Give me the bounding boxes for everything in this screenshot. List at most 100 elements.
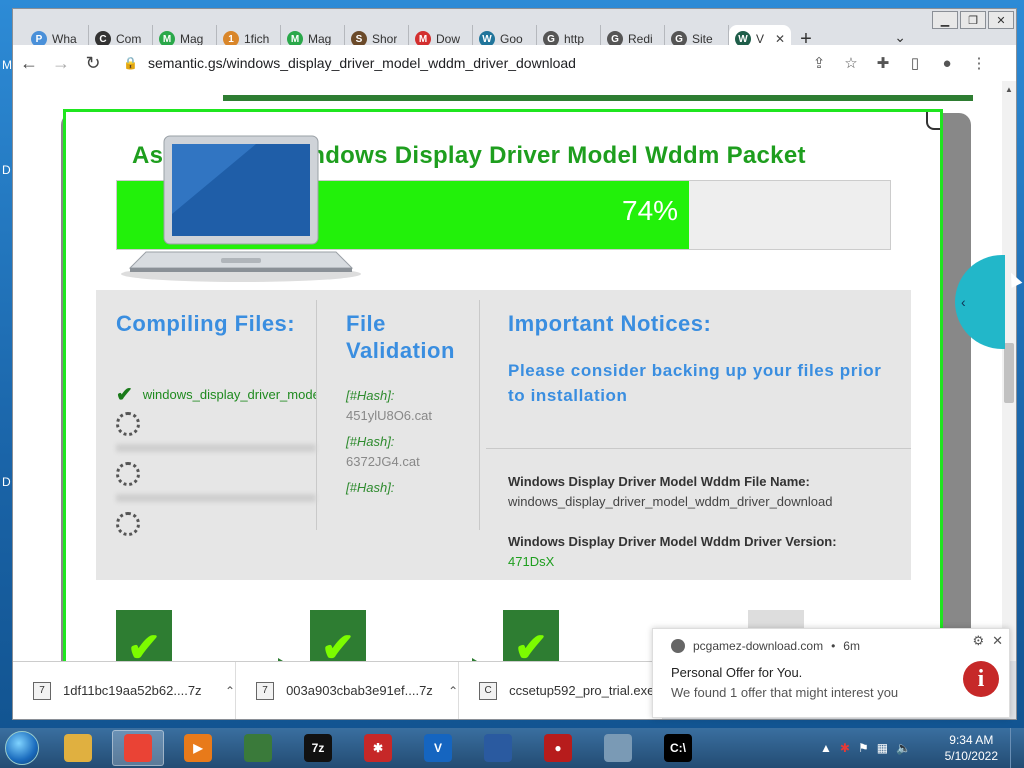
back-button[interactable]: ← <box>13 49 45 77</box>
volume-icon[interactable]: 🔈 <box>896 741 911 755</box>
lock-icon: 🔒 <box>123 56 138 70</box>
check-icon: ✔ <box>116 384 133 406</box>
taskbar-app-notes[interactable] <box>592 730 644 766</box>
start-button[interactable] <box>0 728 44 768</box>
download-item[interactable]: 7 003a903cbab3e91ef....7z ⌃ <box>236 662 460 719</box>
show-desktop-button[interactable] <box>1010 728 1024 768</box>
tab-title: Mag <box>180 32 204 46</box>
maximize-button[interactable]: ❐ <box>960 11 986 29</box>
extensions-puzzle-icon[interactable]: ✚ <box>872 54 894 72</box>
tab-title: Mag <box>308 32 332 46</box>
chrome-notification[interactable]: pcgamez-download.com • 6m ⚙ ✕ Personal O… <box>652 628 1010 718</box>
taskbar-app-image-tool[interactable] <box>472 730 524 766</box>
taskbar: ▶ 7z ✱ V ● C:\ ▲ ✱ ⚑ ▦ 🔈 9:34 AM 5/10/2022 <box>0 728 1024 768</box>
download-item[interactable]: Cccsetup592_pro_trial.exe <box>459 662 663 719</box>
compiled-file-row: ✔ windows_display_driver_model_wddm_driv… <box>116 382 316 407</box>
file-name-value: windows_display_driver_model_wddm_driver… <box>508 494 833 509</box>
tray-expand-icon[interactable]: ▲ <box>820 741 832 755</box>
close-icon[interactable]: ✕ <box>992 633 1003 649</box>
tab-title: Dow <box>436 32 461 46</box>
clock-date: 5/10/2022 <box>944 749 998 763</box>
important-notices-heading: Important Notices: <box>508 311 712 336</box>
download-file-name: 1df11bc19aa52b62....7z <box>63 683 202 698</box>
address-bar[interactable]: 🔒 semantic.gs/windows_display_driver_mod… <box>123 49 853 77</box>
loading-spinner-icon <box>116 462 140 486</box>
reload-button[interactable]: ↻ <box>77 49 109 77</box>
taskbar-apps: ▶ 7z ✱ V ● C:\ <box>44 730 704 766</box>
notification-source: pcgamez-download.com • 6m <box>671 639 860 653</box>
browser-window: ▁ ❐ ✕ P Wha C Com M Mag 1 1fich M Mag S Shor M Dow W Go… <box>12 8 1017 720</box>
top-green-strip <box>223 95 973 101</box>
explorer-icon <box>64 734 92 762</box>
check-icon: ✔ <box>127 626 161 661</box>
taskbar-app-vpn[interactable]: V <box>412 730 464 766</box>
desktop-icon-label: D <box>2 163 11 177</box>
chevron-left-icon: ‹ <box>961 294 966 310</box>
notification-body: We found 1 offer that might interest you <box>671 685 899 700</box>
close-button[interactable]: ✕ <box>988 11 1014 29</box>
minimize-button[interactable]: ▁ <box>932 11 958 29</box>
hash-label: [#Hash]: <box>346 480 395 495</box>
compiling-files-heading: Compiling Files: <box>116 311 296 336</box>
tab-title: 1fich <box>244 32 270 46</box>
hash-value: 6372JG4.cat <box>346 454 420 469</box>
settings-gear-icon[interactable]: ⚙ <box>972 633 984 649</box>
clock-time: 9:34 AM <box>949 733 994 747</box>
media-icon: ▶ <box>184 734 212 762</box>
scroll-up-arrow-icon[interactable]: ▲ <box>1002 85 1016 94</box>
share-icon[interactable]: ⇪ <box>808 54 830 72</box>
profile-avatar-icon[interactable]: ● <box>936 55 958 72</box>
taskbar-app-cmd[interactable]: C:\ <box>652 730 704 766</box>
taskbar-app-recorder[interactable]: ● <box>532 730 584 766</box>
taskbar-app-taskmgr[interactable] <box>232 730 284 766</box>
step-complete: ✔ <box>116 610 172 661</box>
page-scrollbar[interactable]: ▲ <box>1002 81 1016 661</box>
taskbar-app-7zip[interactable]: 7z <box>292 730 344 766</box>
notice-text: Please consider backing up your files pr… <box>508 361 882 405</box>
app-red-icon: ✱ <box>364 734 392 762</box>
file-validation-heading: File Validation <box>346 311 455 363</box>
archive-file-icon: C <box>479 681 498 700</box>
cmd-icon: C:\ <box>664 734 692 762</box>
bookmark-star-icon[interactable]: ☆ <box>840 54 862 72</box>
flag-icon[interactable]: ⚑ <box>858 741 869 755</box>
forward-button[interactable]: → <box>45 49 77 77</box>
tab-title: Goo <box>500 32 523 46</box>
info-icon: i <box>963 661 999 697</box>
download-panel: As indows Display Driver Model Wddm Packe… <box>63 109 943 661</box>
taskbar-app-app-red[interactable]: ✱ <box>352 730 404 766</box>
hash-value: 451ylU8O6.cat <box>346 408 432 423</box>
chrome-icon <box>124 734 152 762</box>
vpn-icon: V <box>424 734 452 762</box>
side-panel-icon[interactable]: ▯ <box>904 54 926 72</box>
chrome-icon <box>671 639 685 653</box>
archive-file-icon: 7 <box>256 681 275 700</box>
status-section: Compiling Files: File Validation Importa… <box>96 290 911 580</box>
image-tool-icon <box>484 734 512 762</box>
taskbar-app-media[interactable]: ▶ <box>172 730 224 766</box>
tab-title: Redi <box>628 32 653 46</box>
tray-app-icon[interactable]: ✱ <box>840 741 850 755</box>
7zip-icon: 7z <box>304 734 332 762</box>
download-item[interactable]: 7 1df11bc19aa52b62....7z ⌃ <box>13 662 237 719</box>
chevron-up-icon[interactable]: ⌃ <box>225 684 235 698</box>
clock[interactable]: 9:34 AM 5/10/2022 <box>945 732 998 764</box>
panel-corner-curl <box>926 112 940 130</box>
file-name-label: Windows Display Driver Model Wddm File N… <box>508 474 810 489</box>
archive-file-icon: 7 <box>33 681 51 700</box>
tab-close-icon[interactable]: ✕ <box>775 32 785 46</box>
scroll-thumb[interactable] <box>1004 343 1014 403</box>
tab-search-button[interactable]: ⌄ <box>894 29 906 46</box>
notification-age: 6m <box>843 639 860 653</box>
progress-label: 74% <box>622 195 679 226</box>
notes-icon <box>604 734 632 762</box>
taskbar-app-chrome[interactable] <box>112 730 164 766</box>
page-viewport: As indows Display Driver Model Wddm Packe… <box>13 81 1002 661</box>
forward-arrow-icon: → <box>52 52 70 73</box>
check-icon: ✔ <box>321 626 355 661</box>
network-icon[interactable]: ▦ <box>877 741 888 755</box>
page-title-right: indows Display Driver Model Wddm Packet <box>303 142 806 169</box>
taskbar-app-explorer[interactable] <box>52 730 104 766</box>
menu-kebab-icon[interactable]: ⋮ <box>968 54 990 72</box>
chevron-up-icon[interactable]: ⌃ <box>448 684 458 698</box>
